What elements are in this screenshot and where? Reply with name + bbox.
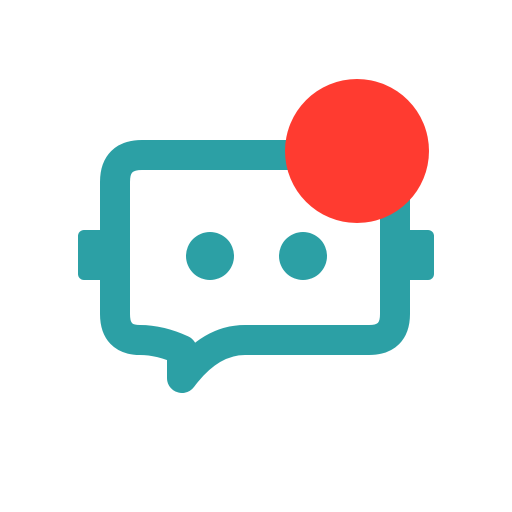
chat-bot-icon — [78, 79, 434, 393]
app-icon[interactable] — [0, 0, 512, 512]
notification-dot-icon — [285, 79, 429, 223]
right-eye — [279, 232, 327, 280]
left-eye — [186, 232, 234, 280]
